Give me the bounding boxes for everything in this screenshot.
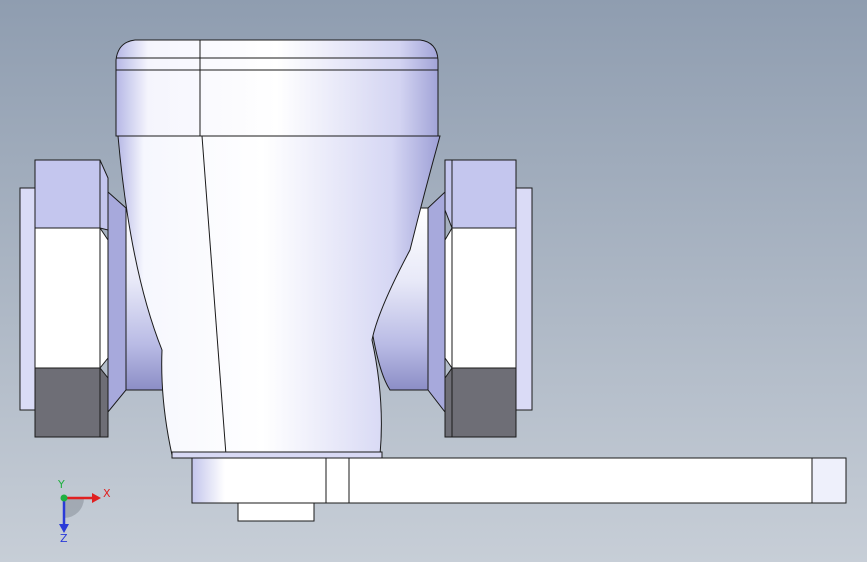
triad-x-label: X [103,487,111,500]
valve-cap[interactable] [115,39,439,137]
triad-y-label: Y [57,478,65,491]
cad-viewport[interactable]: X Y Z [0,0,867,562]
plate-tab [237,502,315,522]
left-collar [107,190,127,414]
right-nut[interactable] [444,159,533,438]
left-nut[interactable] [19,159,109,438]
right-collar [427,190,446,414]
base-plate[interactable] [191,457,847,504]
body-base-rim [171,451,383,459]
triad-z-label: Z [60,532,68,545]
y-axis-dot-icon [60,494,68,502]
